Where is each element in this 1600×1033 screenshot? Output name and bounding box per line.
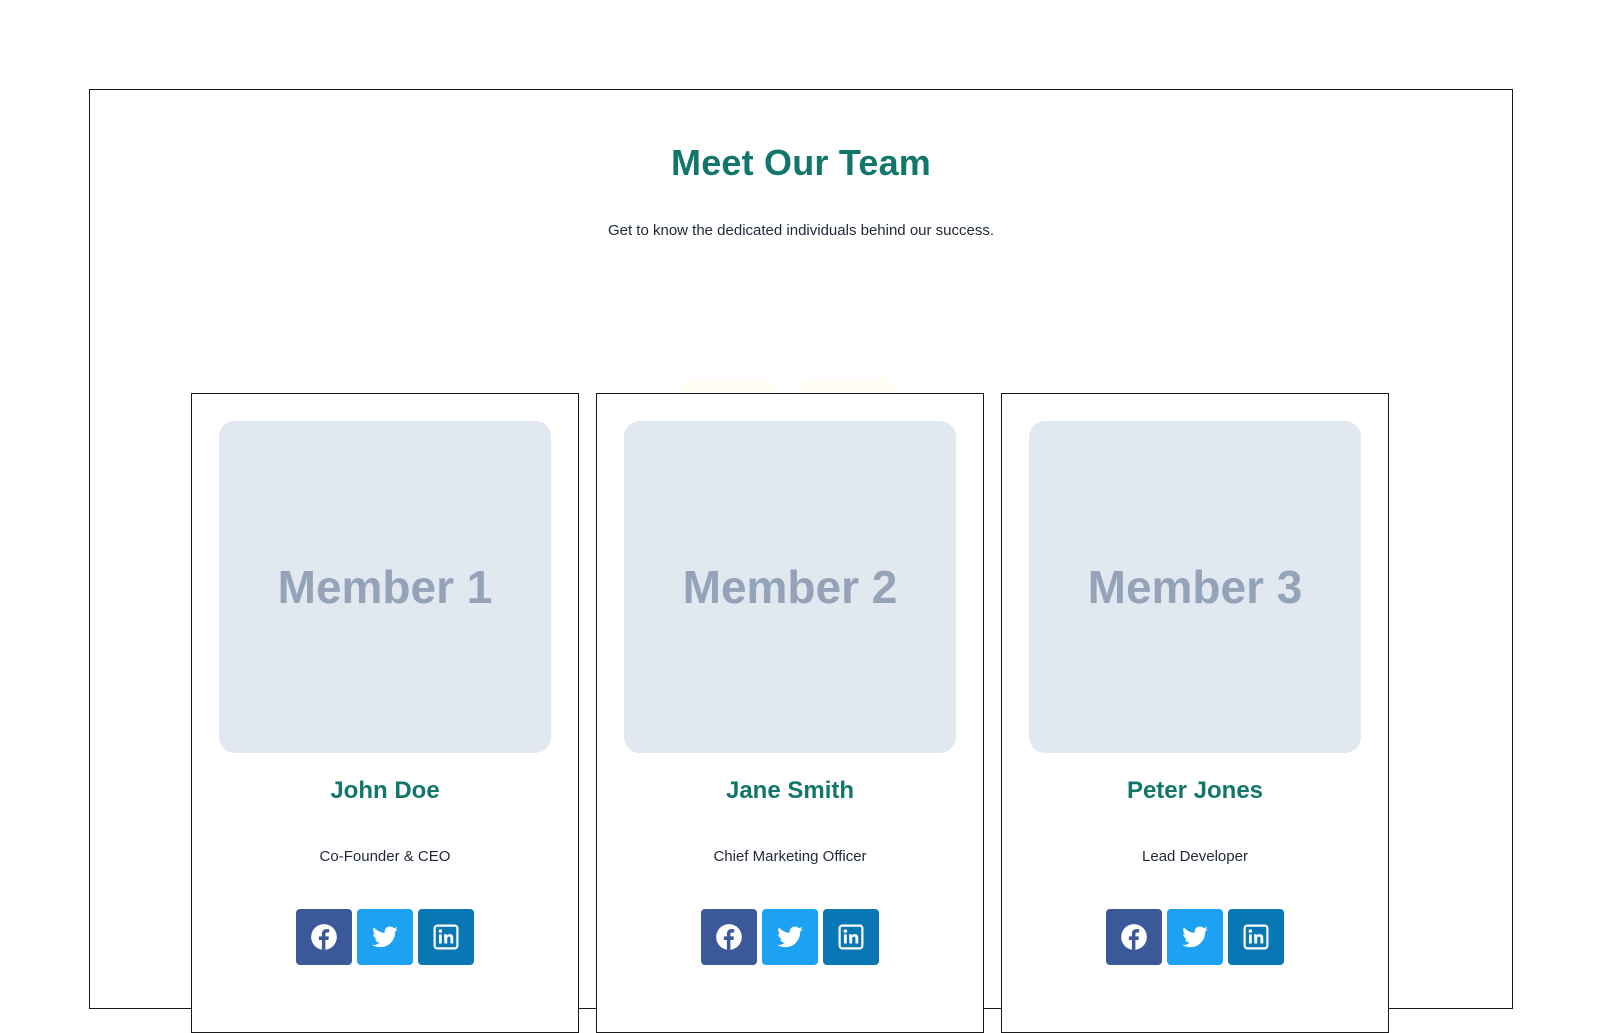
social-links [192,909,578,965]
member-photo: Member 2 [624,421,956,753]
facebook-button[interactable] [1106,909,1162,965]
member-photo-label: Member 1 [277,561,493,613]
twitter-icon [1182,926,1208,948]
social-links [1002,909,1388,965]
member-name: John Doe [330,777,440,804]
linkedin-button[interactable] [823,909,879,965]
twitter-button[interactable] [762,909,818,965]
member-name: Jane Smith [725,777,855,804]
team-card: Member 1 John Doe Co-Founder & CEO [191,393,579,1033]
member-role: Lead Developer [1142,848,1248,865]
team-section: Meet Our Team Get to know the dedicated … [89,89,1513,1033]
facebook-icon [311,924,337,950]
member-photo: Member 1 [219,421,551,753]
social-links [597,909,983,965]
member-role: Chief Marketing Officer [713,848,867,865]
team-card: Member 3 Peter Jones Lead Developer [1001,393,1389,1033]
twitter-button[interactable] [357,909,413,965]
facebook-icon [1121,924,1147,950]
section-subtitle: Get to know the dedicated individuals be… [607,222,995,239]
facebook-button[interactable] [296,909,352,965]
facebook-icon [716,924,742,950]
team-card: Member 2 Jane Smith Chief Marketing Offi… [596,393,984,1033]
linkedin-icon [838,924,864,950]
section-title: Meet Our Team [671,142,931,183]
member-photo-label: Member 2 [682,561,898,613]
twitter-icon [372,926,398,948]
member-photo: Member 3 [1029,421,1361,753]
member-photo-label: Member 3 [1087,561,1303,613]
twitter-icon [777,926,803,948]
member-role: Co-Founder & CEO [319,848,451,865]
facebook-button[interactable] [701,909,757,965]
linkedin-icon [1243,924,1269,950]
linkedin-button[interactable] [418,909,474,965]
member-name: Peter Jones [1126,777,1264,804]
twitter-button[interactable] [1167,909,1223,965]
linkedin-button[interactable] [1228,909,1284,965]
linkedin-icon [433,924,459,950]
